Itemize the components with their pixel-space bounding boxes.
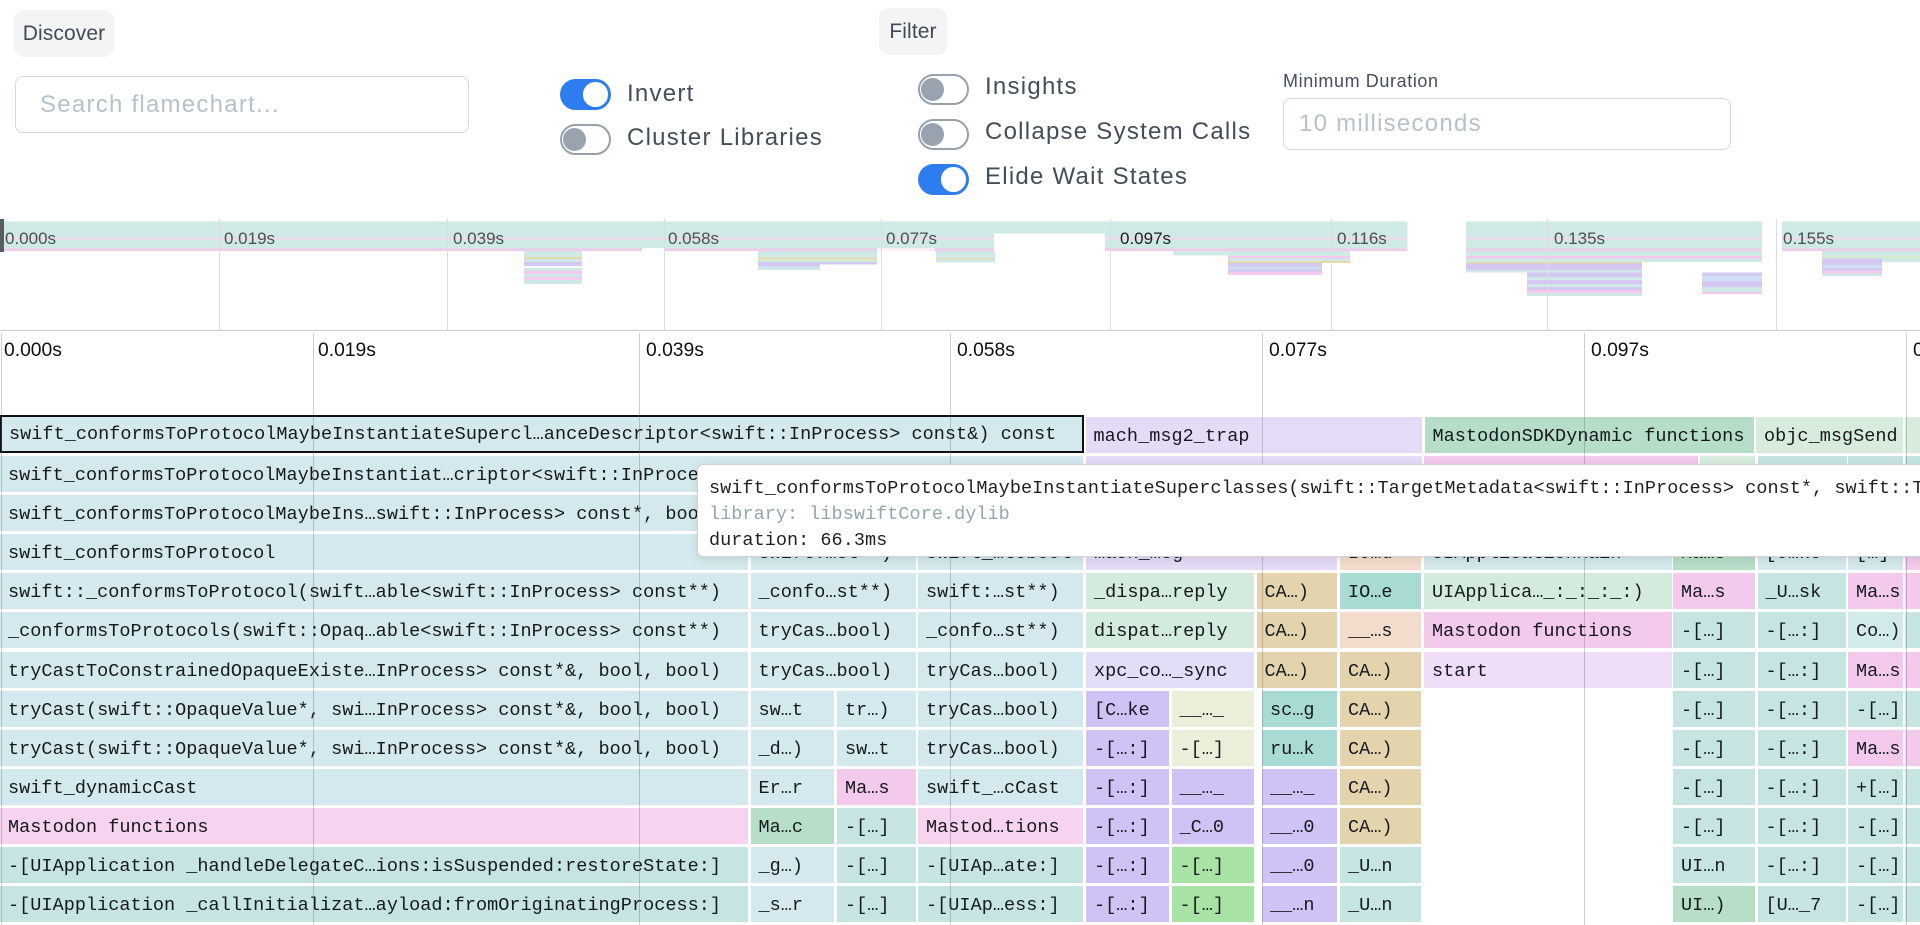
svg-text:0.058s: 0.058s [668,229,719,248]
svg-text:0.000s: 0.000s [5,229,56,248]
svg-text:0.135s: 0.135s [1554,229,1605,248]
svg-text:0.097s: 0.097s [1120,229,1171,248]
svg-text:0.116s: 0.116s [1337,229,1387,248]
svg-text:0.077s: 0.077s [886,229,937,248]
svg-text:0.019s: 0.019s [224,229,275,248]
svg-text:0.155s: 0.155s [1783,229,1834,248]
svg-text:0.039s: 0.039s [453,229,504,248]
